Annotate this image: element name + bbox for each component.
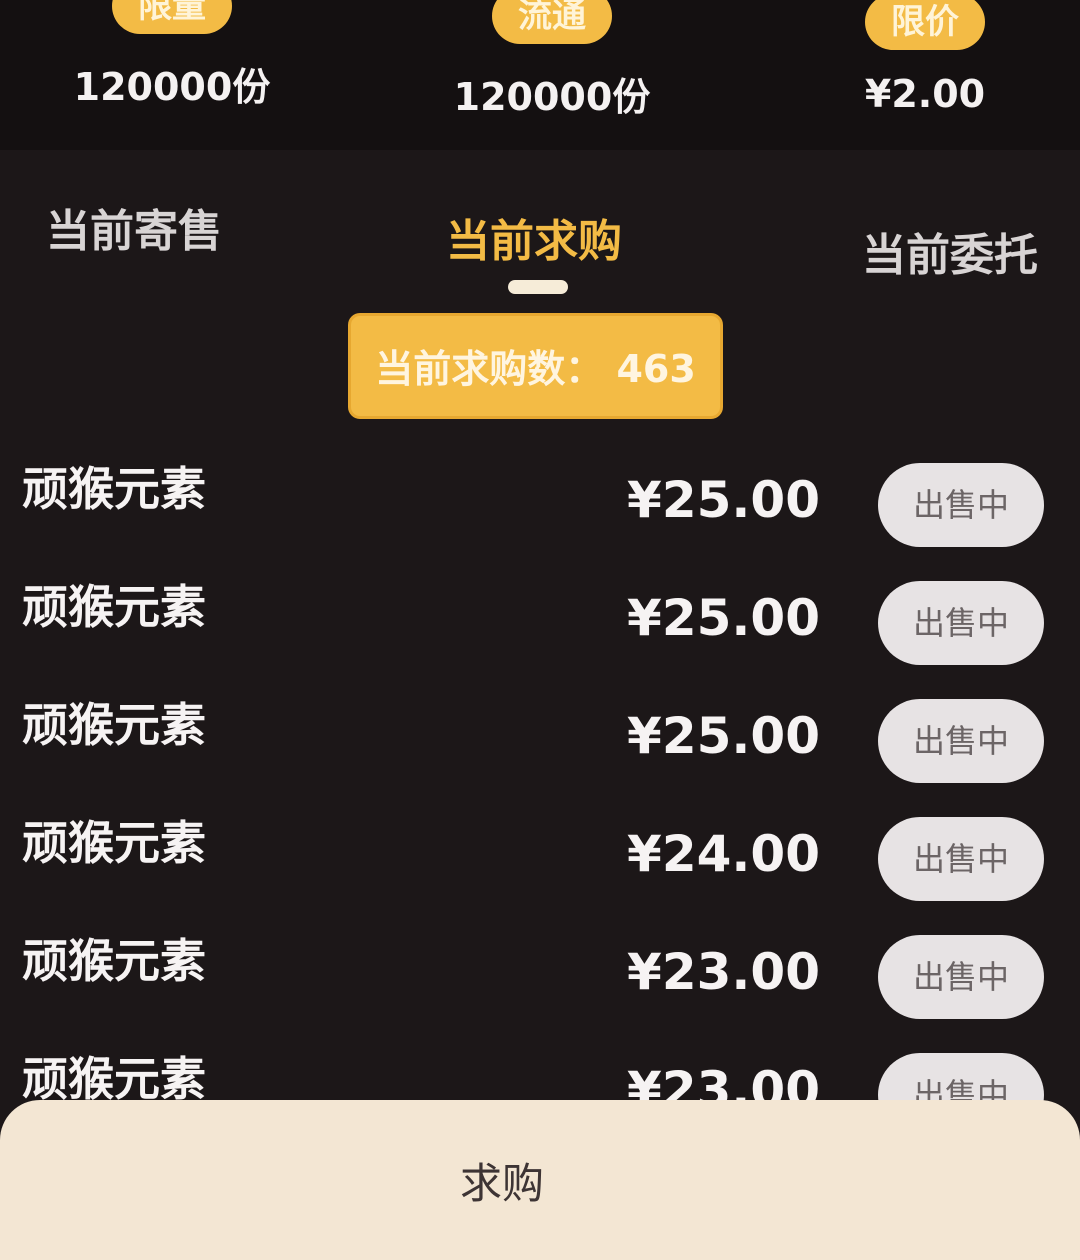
item-price: ¥24.00 [627,825,820,883]
item-name: 顽猴元素 [22,816,206,870]
list-item: 顽猴元素 ¥25.00 出售中 [0,681,1080,799]
purchase-button-label[interactable]: 求购 [460,1150,544,1211]
selling-status-button[interactable]: 出售中 [878,463,1044,547]
selling-status-button[interactable]: 出售中 [878,699,1044,783]
stat-limit-label: 限量 [112,0,232,34]
list-item: 顽猴元素 ¥23.00 出售中 [0,917,1080,1035]
stat-circulation: 流通 120000份 [452,0,652,121]
stat-price-limit-value: ¥2.00 [864,72,986,116]
item-price: ¥25.00 [627,471,820,529]
selling-status-button[interactable]: 出售中 [878,817,1044,901]
stat-price-limit: 限价 ¥2.00 [825,0,1025,116]
tab-current-entrust[interactable]: 当前委托 [862,219,1038,283]
list-item: 顽猴元素 ¥24.00 出售中 [0,799,1080,917]
purchase-count-badge: 当前求购数： 463 [348,313,723,419]
item-price: ¥25.00 [627,589,820,647]
tab-bar: 当前寄售 当前求购 当前委托 [0,185,1080,295]
active-tab-indicator [508,280,568,294]
list-item: 顽猴元素 ¥25.00 出售中 [0,445,1080,563]
item-name: 顽猴元素 [22,462,206,516]
selling-status-button[interactable]: 出售中 [878,581,1044,665]
selling-status-button[interactable]: 出售中 [878,935,1044,1019]
stat-price-limit-label: 限价 [865,0,985,50]
stat-limit: 限量 120000份 [72,0,272,111]
purchase-action-bar[interactable]: 求购 [0,1100,1080,1260]
stats-bar: 限量 120000份 流通 120000份 限价 ¥2.00 [0,0,1080,150]
list-item: 顽猴元素 ¥25.00 出售中 [0,563,1080,681]
tab-current-purchase[interactable]: 当前求购 [446,205,622,269]
item-price: ¥23.00 [627,943,820,1001]
stat-circulation-value: 120000份 [453,75,651,119]
stat-limit-value: 120000份 [73,65,271,109]
item-name: 顽猴元素 [22,580,206,634]
tab-current-consignment[interactable]: 当前寄售 [46,195,222,259]
stat-circulation-label: 流通 [492,0,612,44]
item-name: 顽猴元素 [22,934,206,988]
item-price: ¥25.00 [627,707,820,765]
item-name: 顽猴元素 [22,698,206,752]
